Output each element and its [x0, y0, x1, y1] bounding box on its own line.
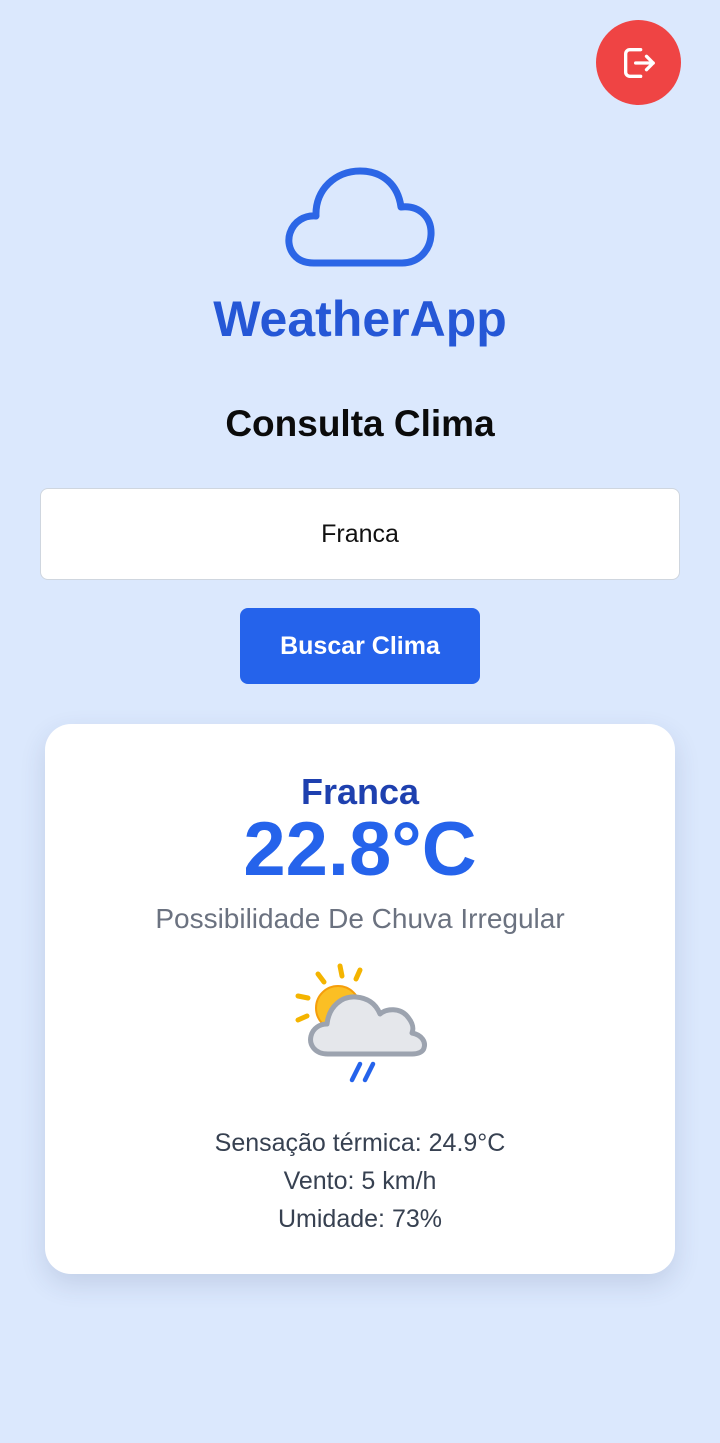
app-header: WeatherApp: [0, 165, 720, 349]
humidity-text: Umidade: 73%: [278, 1205, 442, 1233]
feels-like-text: Sensação térmica: 24.9°C: [214, 1129, 506, 1157]
search-weather-button[interactable]: Buscar Clima: [240, 608, 480, 684]
cloud-icon: [285, 167, 435, 267]
weather-details: Sensação térmica: 24.9°C Vento: 5 km/h U…: [45, 1124, 675, 1238]
app-title: WeatherApp: [213, 291, 507, 347]
city-input[interactable]: [40, 488, 680, 580]
logout-button[interactable]: [596, 20, 681, 105]
page-title: Consulta Clima: [225, 403, 495, 444]
patchy-rain-icon: [295, 963, 427, 1083]
wind-text: Vento: 5 km/h: [283, 1167, 437, 1195]
weather-result-card: Franca 22.8°C Possibilidade De Chuva Irr…: [45, 724, 675, 1274]
result-temperature: 22.8°C: [243, 807, 477, 892]
logout-icon: [623, 47, 655, 78]
result-description: Possibilidade De Chuva Irregular: [155, 903, 565, 934]
